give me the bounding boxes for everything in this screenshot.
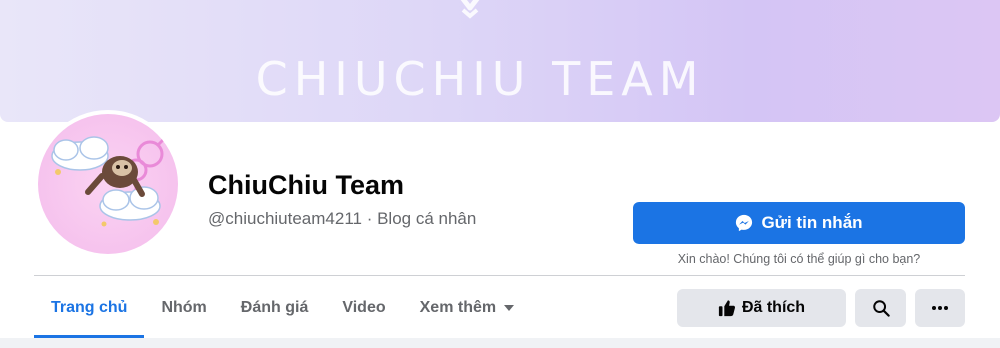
tab-bar: Trang chủ Nhóm Đánh giá Video Xem thêm xyxy=(34,278,531,338)
more-options-button[interactable] xyxy=(915,289,965,327)
tab-reviews[interactable]: Đánh giá xyxy=(224,278,326,338)
tab-groups[interactable]: Nhóm xyxy=(144,278,223,338)
liked-button[interactable]: Đã thích xyxy=(677,289,846,327)
tab-home[interactable]: Trang chủ xyxy=(34,278,145,338)
messenger-icon xyxy=(736,214,753,232)
page-name: ChiuChiu Team xyxy=(208,170,405,200)
avatar-image xyxy=(38,114,178,254)
search-button[interactable] xyxy=(855,289,906,327)
divider xyxy=(34,275,965,276)
liked-label: Đã thích xyxy=(741,299,806,316)
page-background-strip xyxy=(0,338,1000,348)
chevron-down-icon xyxy=(504,305,515,311)
send-message-label: Gửi tin nhắn xyxy=(761,213,863,232)
cover-title: CHIUCHIU TEAM xyxy=(255,52,705,106)
cover-logo-icon xyxy=(460,0,480,19)
avatar[interactable] xyxy=(34,110,182,258)
page-subtitle: @chiuchiuteam4211 · Blog cá nhân xyxy=(208,209,477,228)
tab-video[interactable]: Video xyxy=(325,278,402,338)
more-icon xyxy=(932,306,948,310)
cover-photo[interactable]: CHIUCHIU TEAM xyxy=(0,0,1000,122)
tab-see-more-label: Xem thêm xyxy=(419,299,497,316)
tab-see-more[interactable]: Xem thêm xyxy=(403,278,531,338)
greeting-text: Xin chào! Chúng tôi có thể giúp gì cho b… xyxy=(677,252,921,266)
send-message-button[interactable]: Gửi tin nhắn xyxy=(633,202,965,244)
thumbs-up-icon xyxy=(718,300,735,317)
search-icon xyxy=(872,300,890,317)
